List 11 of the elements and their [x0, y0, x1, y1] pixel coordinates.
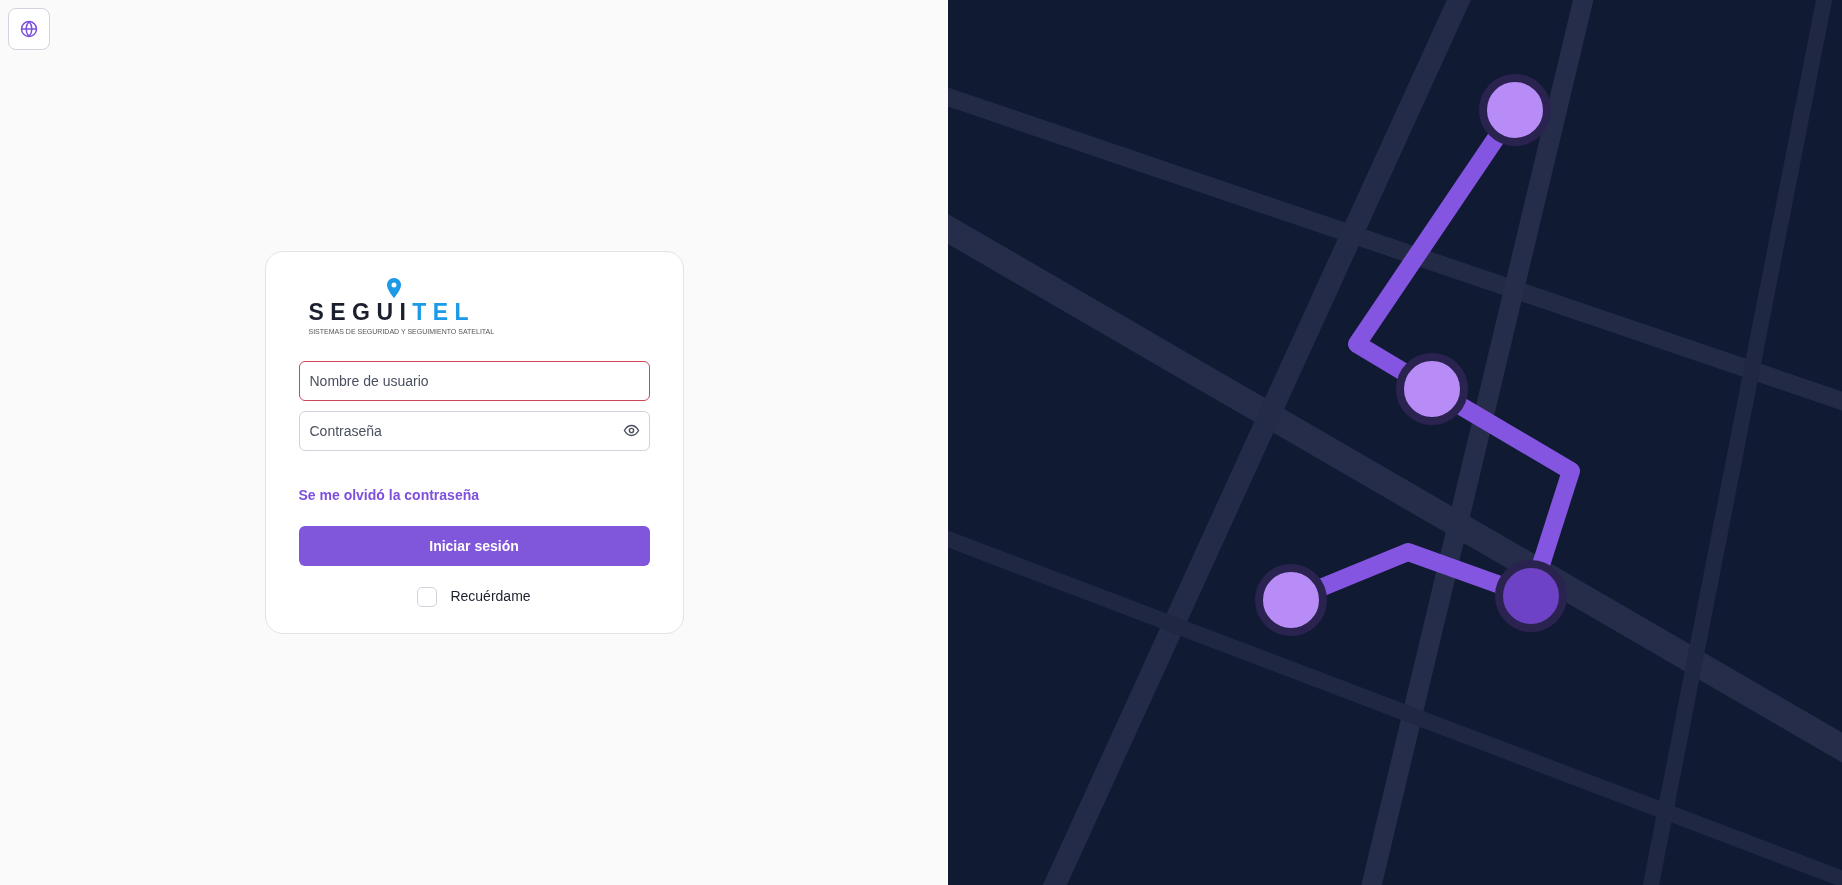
username-field[interactable]: Nombre de usuario	[298, 361, 650, 401]
forgot-password-link[interactable]: Se me olvidó la contraseña	[298, 485, 479, 506]
login-button[interactable]: Iniciar sesión	[298, 526, 650, 566]
eye-icon[interactable]	[622, 422, 640, 439]
language-button[interactable]	[8, 8, 50, 50]
password-field[interactable]: Contraseña	[298, 411, 650, 451]
globe-icon	[20, 20, 38, 38]
remember-label: Recuérdame	[450, 587, 531, 606]
logo-wordmark: SEGUI TEL	[308, 301, 476, 324]
location-pin-icon	[386, 278, 401, 298]
remember-checkbox[interactable]	[417, 586, 438, 607]
